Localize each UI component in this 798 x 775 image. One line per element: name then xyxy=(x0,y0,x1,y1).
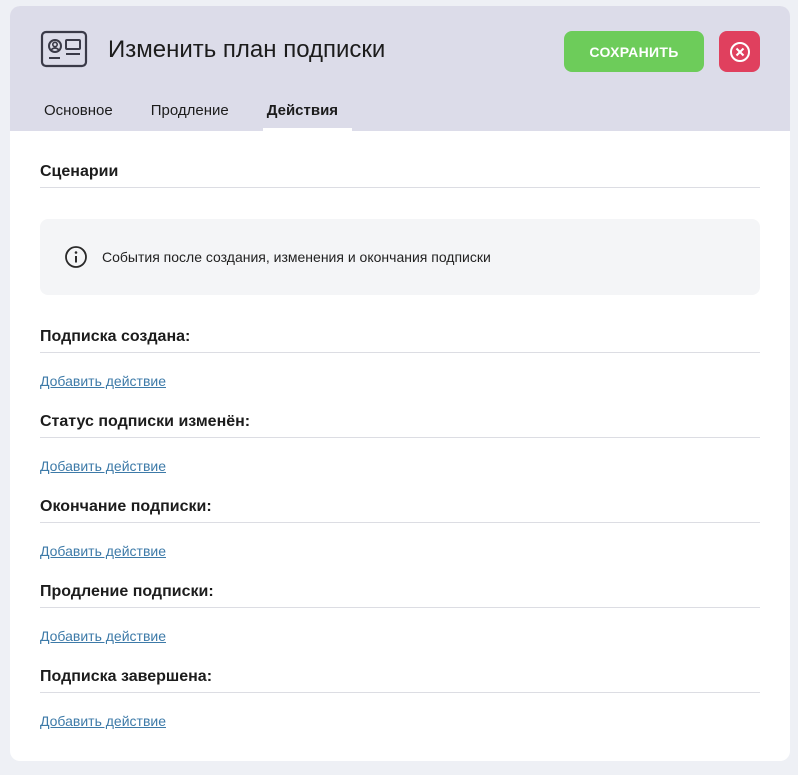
group-status-changed: Статус подписки изменён: Добавить действ… xyxy=(40,413,760,498)
add-action-link[interactable]: Добавить действие xyxy=(40,628,166,644)
scenarios-heading: Сценарии xyxy=(40,131,760,188)
group-renewal: Продление подписки: Добавить действие xyxy=(40,583,760,668)
modal-content: Сценарии События после создания, изменен… xyxy=(40,131,760,753)
group-ending: Окончание подписки: Добавить действие xyxy=(40,498,760,583)
add-action-link[interactable]: Добавить действие xyxy=(40,373,166,389)
close-button[interactable] xyxy=(719,31,760,72)
group-title: Подписка завершена: xyxy=(40,668,760,693)
modal-title: Изменить план подписки xyxy=(108,36,386,63)
tab-actions[interactable]: Действия xyxy=(253,90,353,131)
tab-bar: Основное Продление Действия xyxy=(30,90,362,131)
group-completed: Подписка завершена: Добавить действие xyxy=(40,668,760,753)
close-circle-icon xyxy=(729,41,750,62)
modal-header: Изменить план подписки СОХРАНИТЬ Основно… xyxy=(10,6,790,131)
group-title: Подписка создана: xyxy=(40,328,760,353)
action-groups: Подписка создана: Добавить действие Стат… xyxy=(40,328,760,753)
tab-renewal[interactable]: Продление xyxy=(137,90,243,131)
tab-basic[interactable]: Основное xyxy=(30,90,127,131)
group-title: Продление подписки: xyxy=(40,583,760,608)
info-text: События после создания, изменения и окон… xyxy=(102,249,491,265)
save-button[interactable]: СОХРАНИТЬ xyxy=(564,31,704,72)
info-icon xyxy=(65,246,87,268)
info-box: События после создания, изменения и окон… xyxy=(40,219,760,295)
add-action-link[interactable]: Добавить действие xyxy=(40,543,166,559)
group-title: Статус подписки изменён: xyxy=(40,413,760,438)
add-action-link[interactable]: Добавить действие xyxy=(40,713,166,729)
edit-plan-modal: Изменить план подписки СОХРАНИТЬ Основно… xyxy=(10,6,790,761)
add-action-link[interactable]: Добавить действие xyxy=(40,458,166,474)
group-title: Окончание подписки: xyxy=(40,498,760,523)
id-card-icon xyxy=(40,30,88,68)
group-created: Подписка создана: Добавить действие xyxy=(40,328,760,413)
